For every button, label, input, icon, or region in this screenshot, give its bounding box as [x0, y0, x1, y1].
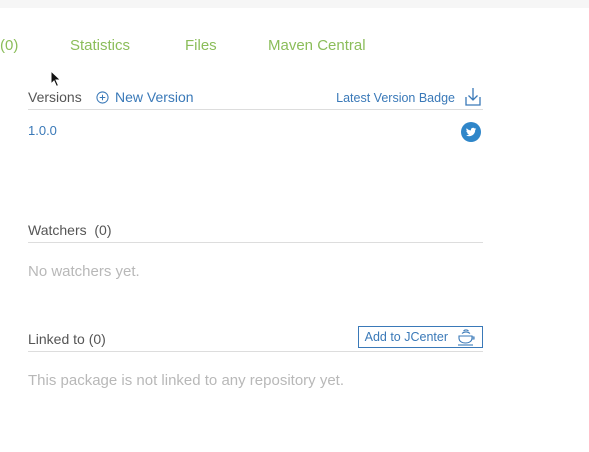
- add-to-jcenter-button[interactable]: Add to JCenter: [357, 326, 483, 348]
- tab-files[interactable]: Files: [185, 37, 217, 54]
- watchers-empty-text: No watchers yet.: [28, 263, 140, 280]
- watchers-header: Watchers (0): [28, 218, 483, 243]
- plus-circle-icon: [96, 90, 109, 104]
- new-version-link[interactable]: New Version: [96, 89, 194, 105]
- linked-header: Linked to (0) Add to JCenter: [28, 326, 483, 352]
- add-to-jcenter-label: Add to JCenter: [364, 330, 448, 344]
- download-icon[interactable]: [463, 87, 483, 107]
- versions-section: Versions New Version Latest Version Badg…: [28, 85, 483, 165]
- linked-section: Linked to (0) Add to JCenter This packag…: [28, 326, 483, 397]
- versions-header: Versions New Version Latest Version Badg…: [28, 85, 483, 110]
- tab-statistics[interactable]: Statistics: [70, 37, 130, 54]
- tab-maven-central[interactable]: Maven Central: [268, 37, 366, 54]
- latest-version-badge-link[interactable]: Latest Version Badge: [336, 91, 455, 105]
- version-link[interactable]: 1.0.0: [28, 123, 57, 138]
- linked-empty-text: This package is not linked to any reposi…: [28, 372, 344, 389]
- versions-title: Versions: [28, 89, 82, 105]
- cup-icon: [458, 329, 475, 346]
- watchers-section: Watchers (0) No watchers yet.: [28, 218, 483, 288]
- twitter-icon[interactable]: [461, 122, 481, 142]
- tab-count[interactable]: (0): [0, 37, 18, 54]
- linked-title: Linked to (0): [28, 331, 106, 347]
- top-band: [0, 0, 589, 8]
- new-version-label: New Version: [115, 89, 194, 105]
- watchers-title: Watchers (0): [28, 222, 112, 238]
